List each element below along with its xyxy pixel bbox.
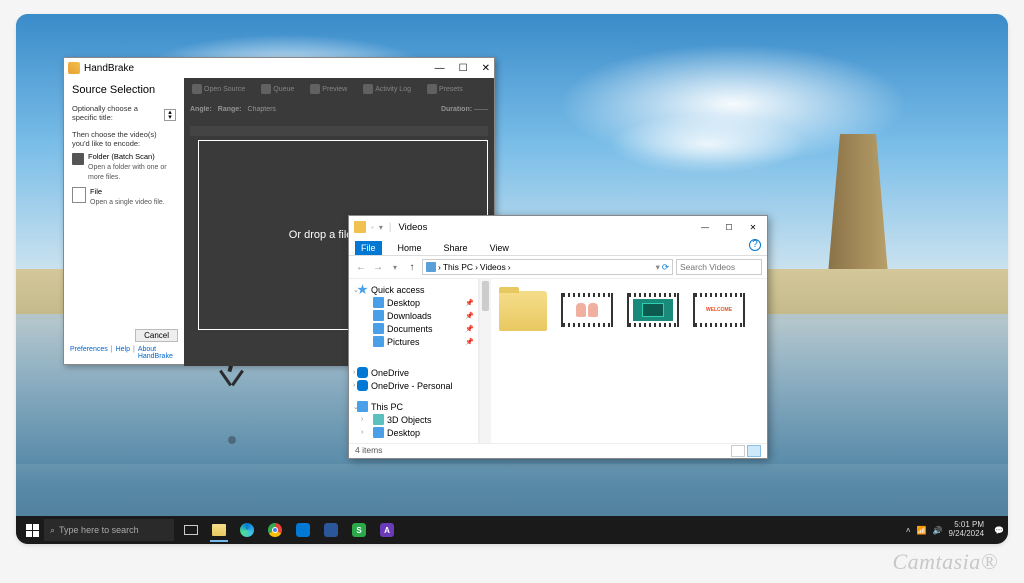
file-option[interactable]: File Open a single video file.	[72, 187, 176, 206]
nav-3d-objects[interactable]: ›3D Objects	[351, 413, 476, 426]
preview-tool: Preview	[306, 82, 351, 96]
tab-file[interactable]: File	[355, 241, 382, 255]
taskbar-clock[interactable]: 5:01 PM 9/24/2024	[948, 521, 988, 539]
optional-title-label: Optionally choose a specific title:	[72, 104, 162, 122]
queue-tool: Queue	[257, 82, 298, 96]
tab-view[interactable]: View	[484, 241, 515, 255]
about-link[interactable]: About HandBrake	[138, 346, 178, 360]
notifications-icon[interactable]: 💬	[994, 526, 1004, 535]
minimize-button[interactable]: —	[693, 217, 717, 237]
nav-scrollbar[interactable]	[479, 279, 491, 443]
search-icon: ⌕	[50, 525, 55, 536]
file-explorer-taskbar[interactable]	[206, 518, 232, 542]
explorer-titlebar[interactable]: ▪ ▾ | Videos — ☐ ✕	[349, 216, 767, 238]
chrome-taskbar[interactable]	[262, 518, 288, 542]
file-icon	[72, 187, 86, 203]
task-view-button[interactable]	[178, 518, 204, 542]
help-icon[interactable]: ?	[749, 239, 761, 251]
details-view-button[interactable]	[731, 445, 745, 457]
close-button[interactable]: ✕	[741, 217, 765, 237]
search-input[interactable]	[676, 259, 762, 275]
maximize-button[interactable]: ☐	[717, 217, 741, 237]
folder-batch-option[interactable]: Folder (Batch Scan) Open a folder with o…	[72, 152, 176, 181]
handbrake-subbar: Angle: Range: Chapters Duration: ——	[190, 106, 488, 113]
address-bar[interactable]: › This PC › Videos › ▾ ⟳	[422, 259, 673, 275]
file-list[interactable]	[479, 279, 767, 443]
nav-quick-access[interactable]: ⌄Quick access	[351, 283, 476, 296]
handbrake-title: HandBrake	[84, 63, 134, 74]
word-taskbar[interactable]	[318, 518, 344, 542]
nav-onedrive[interactable]: ›OneDrive	[351, 366, 476, 379]
folder-icon	[72, 153, 84, 165]
nav-this-pc[interactable]: ⌄This PC	[351, 400, 476, 413]
handbrake-titlebar[interactable]: HandBrake — ☐ ✕	[64, 58, 494, 78]
outlook-taskbar[interactable]	[290, 518, 316, 542]
video-item-3[interactable]	[693, 293, 745, 327]
taskbar: ⌕ Type here to search S A ˄ 📶 🔊 5:01 PM …	[16, 516, 1008, 544]
nav-onedrive-personal[interactable]: ›OneDrive - Personal	[351, 379, 476, 392]
tab-home[interactable]: Home	[392, 241, 428, 255]
explorer-title: Videos	[398, 222, 427, 233]
video-item-1[interactable]	[561, 293, 613, 327]
activity-tool: Activity Log	[359, 82, 415, 96]
back-button[interactable]: ←	[354, 260, 368, 274]
camtasia-watermark: Camtasia®	[892, 549, 998, 575]
nav-pictures[interactable]: Pictures📌	[351, 335, 476, 348]
close-button[interactable]: ✕	[482, 63, 490, 74]
maximize-button[interactable]: ☐	[459, 63, 468, 74]
source-selection-heading: Source Selection	[72, 84, 176, 96]
tab-share[interactable]: Share	[438, 241, 474, 255]
up-button[interactable]: ↑	[405, 260, 419, 274]
source-selection-panel: Source Selection Optionally choose a spe…	[64, 78, 184, 366]
nav-desktop-pc[interactable]: ›Desktop	[351, 426, 476, 439]
status-bar: 4 items	[349, 443, 767, 458]
handbrake-icon	[68, 62, 80, 74]
video-item-2[interactable]	[627, 293, 679, 327]
nav-downloads[interactable]: Downloads📌	[351, 309, 476, 322]
tray-chevron-icon[interactable]: ˄	[906, 526, 911, 535]
ribbon-tabs: File Home Share View ?	[349, 238, 767, 256]
explorer-window: ▪ ▾ | Videos — ☐ ✕ File Home Share View …	[348, 215, 768, 459]
cancel-button[interactable]: Cancel	[135, 329, 178, 342]
system-tray[interactable]: ˄ 📶 🔊 5:01 PM 9/24/2024 💬	[906, 521, 1004, 539]
videos-path-icon	[426, 262, 436, 272]
volume-icon[interactable]: 🔊	[932, 526, 942, 535]
explorer-folder-icon	[354, 221, 366, 233]
wallpaper-runner-reflection	[216, 394, 256, 444]
desktop-frame: HandBrake — ☐ ✕ Source Selection Optiona…	[16, 14, 1008, 544]
open-source-tool: Open Source	[188, 82, 249, 96]
choose-videos-label: Then choose the video(s) you'd like to e…	[72, 130, 176, 148]
network-icon[interactable]: 📶	[917, 526, 927, 535]
handbrake-toolbar: Open Source Queue Preview Activity Log P…	[188, 82, 490, 96]
address-bar-row: ← → ▾ ↑ › This PC › Videos › ▾ ⟳	[349, 256, 767, 279]
preferences-link[interactable]: Preferences	[70, 346, 108, 360]
navigation-pane: ⌄Quick access Desktop📌 Downloads📌 Docume…	[349, 279, 479, 443]
minimize-button[interactable]: —	[435, 63, 445, 74]
help-link[interactable]: Help	[116, 346, 130, 360]
refresh-button[interactable]: ⟳	[662, 262, 669, 273]
nav-desktop[interactable]: Desktop📌	[351, 296, 476, 309]
recent-dropdown[interactable]: ▾	[388, 260, 402, 274]
nav-documents[interactable]: Documents📌	[351, 322, 476, 335]
item-count: 4 items	[355, 445, 382, 457]
title-spinner[interactable]: ▴▾	[164, 109, 176, 121]
folder-item[interactable]	[499, 291, 547, 331]
taskbar-search[interactable]: ⌕ Type here to search	[44, 519, 174, 541]
edge-taskbar[interactable]	[234, 518, 260, 542]
start-button[interactable]	[20, 518, 44, 542]
windows-logo-icon	[26, 524, 39, 537]
presets-tool: Presets	[423, 82, 467, 96]
forward-button[interactable]: →	[371, 260, 385, 274]
thumbnails-view-button[interactable]	[747, 445, 761, 457]
snagit-taskbar[interactable]: S	[346, 518, 372, 542]
app-taskbar[interactable]: A	[374, 518, 400, 542]
